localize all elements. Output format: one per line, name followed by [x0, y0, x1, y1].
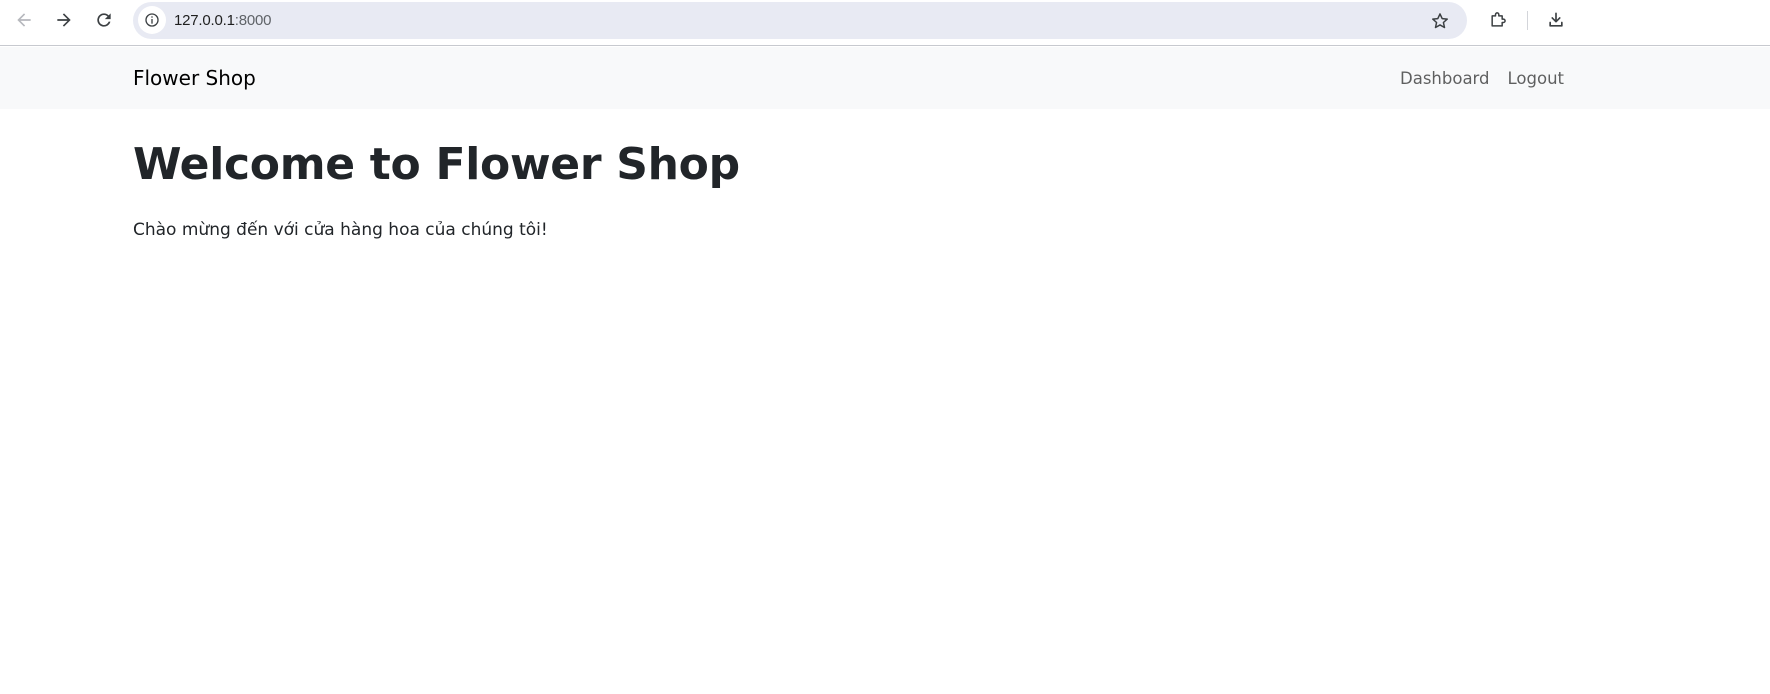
- url-text[interactable]: 127.0.0.1:8000: [174, 11, 272, 30]
- url-port: :8000: [234, 12, 272, 29]
- site-navbar: Flower Shop Dashboard Logout: [0, 47, 1770, 109]
- nav-link-logout[interactable]: Logout: [1508, 67, 1565, 91]
- extensions-button[interactable]: [1482, 4, 1514, 36]
- nav-link-dashboard[interactable]: Dashboard: [1400, 67, 1490, 91]
- arrow-left-icon: [17, 13, 31, 27]
- puzzle-icon: [1491, 12, 1506, 27]
- info-icon: [145, 13, 159, 27]
- bookmark-button[interactable]: [1429, 10, 1451, 32]
- main-content: Welcome to Flower Shop Chào mừng đến với…: [133, 138, 1333, 243]
- forward-button[interactable]: [48, 4, 80, 36]
- arrow-right-icon: [57, 13, 71, 27]
- download-icon: [1549, 12, 1563, 27]
- navbar-brand[interactable]: Flower Shop: [133, 64, 256, 92]
- address-bar[interactable]: 127.0.0.1:8000: [133, 2, 1467, 39]
- url-host: 127.0.0.1: [174, 12, 235, 29]
- back-button[interactable]: [8, 4, 40, 36]
- toolbar-divider: [1527, 11, 1528, 30]
- page-title: Welcome to Flower Shop: [133, 139, 740, 190]
- browser-toolbar: 127.0.0.1:8000: [0, 0, 1770, 46]
- site-info-button[interactable]: [138, 6, 166, 34]
- welcome-text: Chào mừng đến với cửa hàng hoa của chúng…: [133, 220, 548, 240]
- downloads-button[interactable]: [1540, 4, 1572, 36]
- navbar-links: Dashboard Logout: [1400, 67, 1564, 91]
- reload-icon: [97, 13, 111, 27]
- star-icon: [1432, 13, 1448, 29]
- reload-button[interactable]: [88, 4, 120, 36]
